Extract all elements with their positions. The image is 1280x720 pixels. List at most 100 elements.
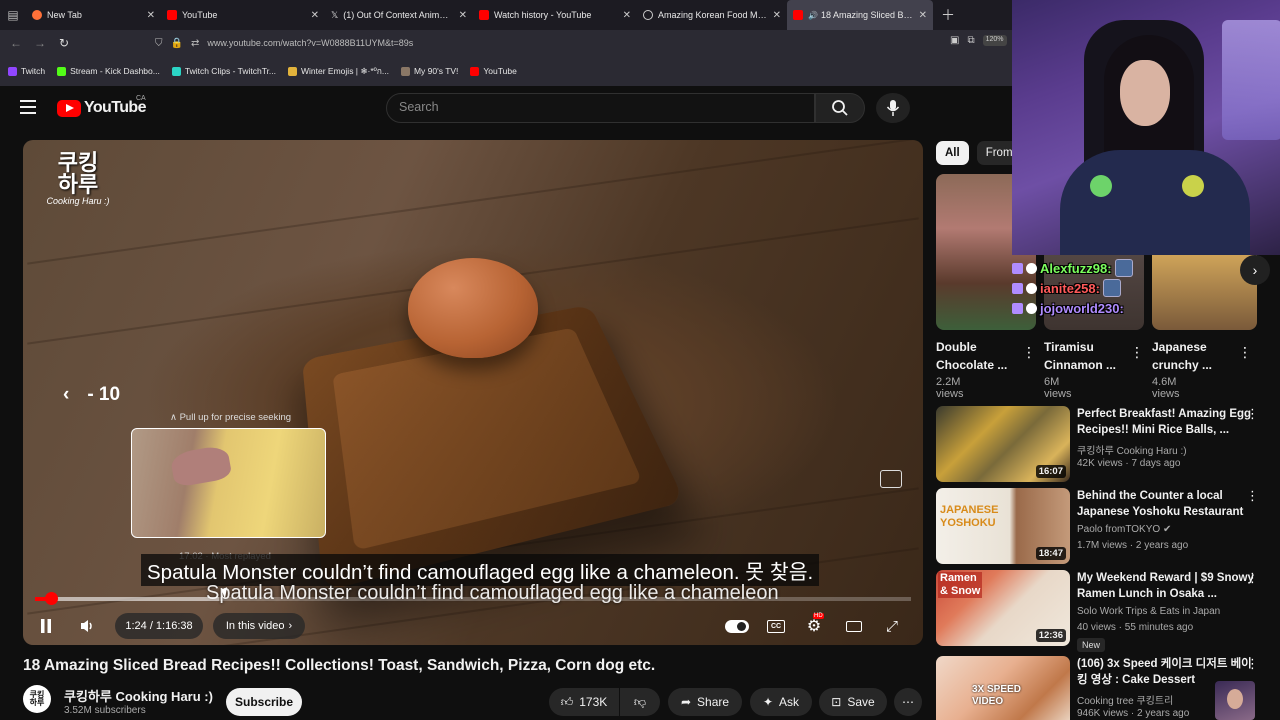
tab-korean-food[interactable]: Amazing Korean Food Mak ✕: [637, 0, 787, 30]
short-title[interactable]: Double Chocolate ...: [936, 338, 1020, 374]
channel-name[interactable]: 쿠킹하루 Cooking Haru :): [64, 686, 213, 705]
speaker-icon[interactable]: 🔊: [808, 11, 818, 20]
back-icon[interactable]: ←: [4, 36, 28, 50]
bookmark-twitchtracker[interactable]: Twitch Clips - TwitchTr...: [172, 66, 276, 76]
lock-icon[interactable]: 🔒: [171, 38, 183, 49]
short-title[interactable]: Tiramisu Cinnamon ...: [1044, 338, 1128, 374]
short-title[interactable]: Japanese crunchy ...: [1152, 338, 1236, 374]
search-icon: [831, 99, 849, 117]
recommendation-title[interactable]: My Weekend Reward | $9 Snowy Ramen Lunch…: [1077, 570, 1255, 602]
miniplayer-icon[interactable]: [880, 470, 902, 488]
more-vert-icon[interactable]: ⋮: [1246, 656, 1259, 672]
bookmark-twitch[interactable]: Twitch: [8, 66, 45, 76]
menu-icon[interactable]: [20, 100, 36, 114]
twitch-icon: [8, 67, 17, 76]
tv-icon: [401, 67, 410, 76]
voice-search-button[interactable]: [876, 93, 910, 123]
url-text[interactable]: www.youtube.com/watch?v=W0888B11UYM&t=89…: [207, 38, 413, 48]
chat-avatar: [1115, 259, 1133, 277]
tab-active-video[interactable]: 🔊 18 Amazing Sliced Bread Re ✕: [787, 0, 933, 30]
video-player[interactable]: 쿠킹 하루 Cooking Haru :) ‹ - 10 ∧ Pull up f…: [23, 140, 923, 645]
bookmark-90s-tv[interactable]: My 90's TV!: [401, 66, 458, 76]
recommendation-channel[interactable]: 쿠킹하루 Cooking Haru :): [1077, 442, 1187, 457]
permissions-icon[interactable]: ⇄: [191, 38, 199, 49]
reader-view-icon[interactable]: ▣: [950, 35, 959, 46]
ask-button[interactable]: ✦ Ask: [750, 688, 812, 716]
short-views: 2.2M views: [936, 376, 964, 400]
seek-back-label: - 10: [87, 384, 120, 406]
progress-bar[interactable]: [35, 597, 911, 601]
close-icon[interactable]: ✕: [459, 10, 467, 21]
smiley-icon: [1182, 175, 1204, 197]
more-vert-icon[interactable]: ⋮: [1246, 570, 1259, 586]
chat-message: jojoworld230:: [1012, 298, 1260, 318]
recommendation-channel[interactable]: Paolo fromTOKYO ✔: [1077, 524, 1171, 535]
screenshot-icon[interactable]: ⧉: [967, 35, 974, 46]
close-icon[interactable]: ✕: [147, 10, 155, 21]
ask-label: Ask: [779, 695, 799, 709]
badge-icon: [1026, 283, 1037, 294]
fullscreen-button[interactable]: ⤢: [879, 613, 905, 639]
close-icon[interactable]: ✕: [311, 10, 319, 21]
recommendation-channel[interactable]: Cooking tree 쿠킹트리: [1077, 692, 1173, 707]
more-actions-button[interactable]: ⋯: [894, 688, 922, 716]
settings-button[interactable]: ⚙ HD: [801, 613, 827, 639]
reload-icon[interactable]: ↻: [52, 36, 76, 50]
forward-icon[interactable]: →: [28, 36, 52, 50]
streamer-webcam: [1012, 0, 1280, 255]
dislike-button[interactable]: 👎︎: [620, 688, 660, 716]
shield-icon[interactable]: ⛉: [155, 38, 163, 49]
tab-x[interactable]: 𝕏 (1) Out Of Context Animal on X ✕: [325, 0, 473, 30]
share-button[interactable]: ➦ Share: [668, 688, 742, 716]
scrubber-handle[interactable]: [45, 592, 58, 605]
more-vert-icon[interactable]: ⋮: [1130, 344, 1144, 361]
more-vert-icon[interactable]: ⋮: [1246, 488, 1259, 504]
chip-all[interactable]: All: [936, 141, 969, 165]
video-thumbnail[interactable]: 3X SPEED VIDEO: [936, 656, 1070, 720]
zoom-level[interactable]: 120%: [983, 35, 1007, 46]
like-button[interactable]: 👍︎ 173K: [549, 688, 619, 716]
more-vert-icon[interactable]: ⋮: [1238, 344, 1252, 361]
save-button[interactable]: ⊡ Save: [819, 688, 887, 716]
bookmark-youtube[interactable]: YouTube: [470, 66, 516, 76]
close-icon[interactable]: ✕: [919, 10, 927, 21]
chat-username: Alexfuzz98:: [1040, 261, 1112, 276]
close-icon[interactable]: ✕: [773, 10, 781, 21]
tab-watch-history[interactable]: Watch history - YouTube ✕: [473, 0, 637, 30]
captions-button[interactable]: CC: [763, 613, 789, 639]
video-thumbnail[interactable]: 16:07: [936, 406, 1070, 482]
thumbs-up-icon: 👍︎: [561, 695, 574, 710]
tab-title: 18 Amazing Sliced Bread Re: [821, 10, 913, 20]
tab-youtube[interactable]: YouTube ✕: [161, 0, 325, 30]
tab-list-icon[interactable]: ▤: [0, 0, 26, 30]
recommendation-channel[interactable]: Solo Work Trips & Eats in Japan: [1077, 606, 1220, 617]
subscribe-button[interactable]: Subscribe: [226, 688, 302, 716]
search-box: [386, 93, 815, 123]
globe-icon: [643, 10, 653, 20]
pause-button[interactable]: [35, 613, 57, 639]
more-icon: ⋯: [902, 695, 914, 709]
close-icon[interactable]: ✕: [623, 10, 631, 21]
recommendation-title[interactable]: Behind the Counter a local Japanese Yosh…: [1077, 488, 1255, 520]
more-vert-icon[interactable]: ⋮: [1022, 344, 1036, 361]
url-bar[interactable]: ⛉ 🔒 ⇄ www.youtube.com/watch?v=W0888B11UY…: [155, 33, 1005, 53]
kick-icon: [57, 67, 66, 76]
tab-new-tab[interactable]: New Tab ✕: [26, 0, 161, 30]
volume-button[interactable]: [75, 613, 101, 639]
autoplay-toggle[interactable]: [723, 613, 751, 639]
chapters-button[interactable]: In this video ›: [213, 613, 305, 639]
more-vert-icon[interactable]: ⋮: [1246, 406, 1259, 422]
bookmark-winter-emojis[interactable]: Winter Emojis | ❄·*ºก...: [288, 64, 389, 78]
search-button[interactable]: [815, 93, 865, 123]
search-input[interactable]: [399, 100, 799, 114]
new-tab-button[interactable]: ＋: [941, 5, 955, 25]
channel-avatar[interactable]: 쿠킹 하루: [23, 685, 51, 713]
theater-mode-button[interactable]: [841, 613, 867, 639]
youtube-logo[interactable]: YouTube CA: [57, 99, 146, 117]
ring-light: [1222, 20, 1280, 140]
bookmark-icon: ⊡: [831, 695, 841, 709]
bookmark-kick[interactable]: Stream - Kick Dashbo...: [57, 66, 160, 76]
video-thumbnail[interactable]: JAPANESE YOSHOKU 18:47: [936, 488, 1070, 564]
video-thumbnail[interactable]: Ramen & Snow 12:36: [936, 570, 1070, 646]
recommendation-title[interactable]: Perfect Breakfast! Amazing Egg Recipes!!…: [1077, 406, 1255, 438]
